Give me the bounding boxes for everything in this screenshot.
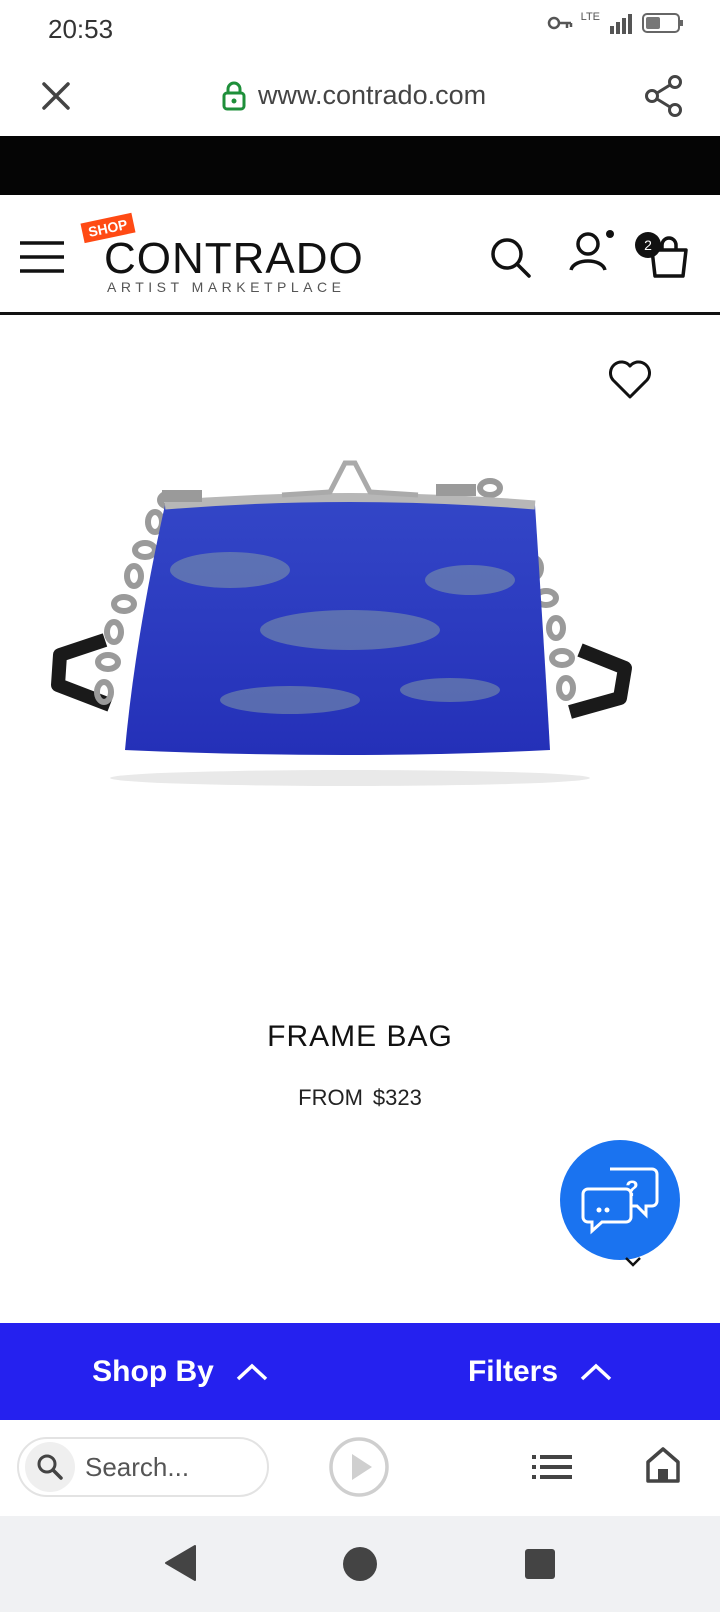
filters-label: Filters <box>467 1354 559 1388</box>
network-type-label: LTE <box>580 11 600 23</box>
back-nav-icon[interactable] <box>163 1544 197 1582</box>
heart-icon[interactable] <box>608 360 652 400</box>
search-icon <box>37 1454 63 1480</box>
logo-wordmark[interactable]: CONTRADO <box>104 234 364 284</box>
search-placeholder: Search... <box>85 1451 190 1482</box>
chevron-down-icon <box>625 1257 641 1267</box>
shop-filter-bar: Shop By Filters <box>0 1323 720 1420</box>
status-icons: LTE <box>547 11 684 34</box>
vpn-key-icon <box>547 16 572 30</box>
search-button[interactable] <box>25 1442 75 1492</box>
home-nav-icon[interactable] <box>342 1546 378 1582</box>
url-text: www.contrado.com <box>258 80 487 110</box>
help-chat-button[interactable]: ? <box>560 1140 680 1260</box>
product-image[interactable] <box>50 460 650 790</box>
address-bar[interactable]: www.contrado.com <box>222 80 486 111</box>
product-title[interactable]: FRAME BAG <box>0 1020 720 1054</box>
close-icon[interactable] <box>40 80 72 112</box>
price-value: $323 <box>372 1085 422 1110</box>
price-prefix: FROM <box>298 1085 363 1110</box>
search-icon[interactable] <box>489 236 533 280</box>
filters-button[interactable]: Filters <box>360 1323 720 1420</box>
product-price: FROM $323 <box>0 1085 720 1111</box>
home-icon[interactable] <box>645 1446 681 1484</box>
promo-banner-strip <box>0 136 720 195</box>
chat-help-icon: ? <box>581 1167 659 1235</box>
recents-nav-icon[interactable] <box>524 1548 556 1580</box>
account-icon[interactable] <box>568 228 616 276</box>
play-icon[interactable] <box>328 1436 390 1498</box>
signal-icon <box>610 14 632 34</box>
battery-icon <box>642 13 683 33</box>
chevron-up-icon <box>580 1363 612 1380</box>
list-icon[interactable] <box>532 1454 572 1480</box>
search-input[interactable]: Search... <box>17 1437 269 1497</box>
shop-by-button[interactable]: Shop By <box>0 1323 360 1420</box>
chevron-up-icon <box>236 1363 268 1380</box>
lock-icon <box>222 81 246 110</box>
shop-by-label: Shop By <box>92 1354 214 1388</box>
status-time: 20:53 <box>48 14 114 44</box>
hamburger-menu-icon[interactable] <box>20 240 64 274</box>
logo-tagline: ARTIST MARKETPLACE <box>107 279 346 295</box>
share-icon[interactable] <box>644 74 684 118</box>
cart-count-badge: 2 <box>635 232 661 258</box>
